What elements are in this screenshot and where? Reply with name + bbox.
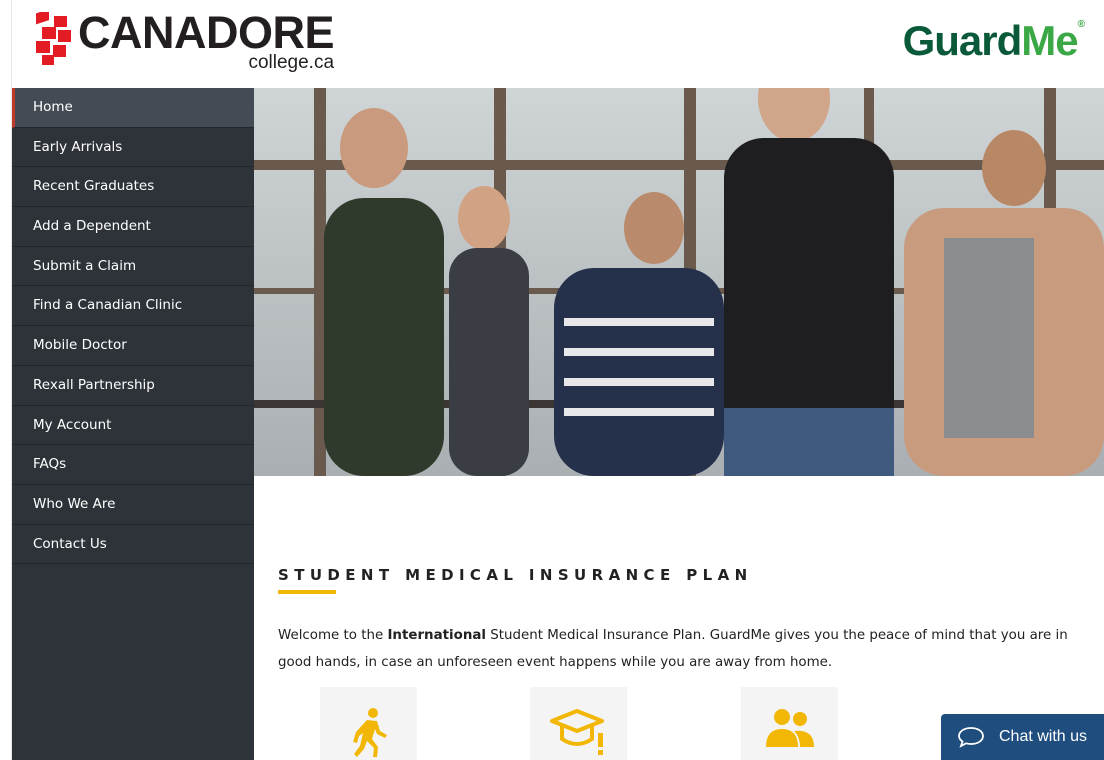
feature-tile-recent-graduates[interactable] <box>530 687 627 760</box>
feature-tile-early-arrivals[interactable] <box>320 687 417 760</box>
sidebar-item-home[interactable]: Home <box>12 88 254 128</box>
intro-paragraph: Welcome to the International Student Med… <box>278 622 1078 676</box>
sidebar-item-my-account[interactable]: My Account <box>12 406 254 446</box>
guardme-logo-g: G <box>902 17 936 64</box>
sidebar-nav: Home Early Arrivals Recent Graduates Add… <box>12 88 254 760</box>
guardme-trademark: ® <box>1077 19 1085 30</box>
sidebar-item-rexall-partnership[interactable]: Rexall Partnership <box>12 366 254 406</box>
sidebar-item-find-clinic[interactable]: Find a Canadian Clinic <box>12 286 254 327</box>
sidebar-item-recent-graduates[interactable]: Recent Graduates <box>12 167 254 208</box>
sidebar-item-who-we-are[interactable]: Who We Are <box>12 485 254 525</box>
sidebar-item-contact-us[interactable]: Contact Us <box>12 525 254 565</box>
sidebar-item-mobile-doctor[interactable]: Mobile Doctor <box>12 326 254 366</box>
chat-with-us-button[interactable]: Chat with us <box>941 714 1104 760</box>
walking-person-icon <box>352 708 387 757</box>
guardme-logo-me: Me <box>1021 17 1078 64</box>
canadore-wordmark: CANADORE <box>78 7 335 58</box>
canadore-logo[interactable]: CANADORE college.ca <box>34 7 335 72</box>
section-title: STUDENT MEDICAL INSURANCE PLAN <box>278 566 753 584</box>
graduation-cap-alert-icon <box>549 709 604 755</box>
left-edge-rule <box>0 0 12 760</box>
feature-tile-add-dependent[interactable] <box>741 687 838 760</box>
chat-label: Chat with us <box>999 728 1088 745</box>
hero-photo <box>254 88 1104 476</box>
sidebar-item-faqs[interactable]: FAQs <box>12 445 254 485</box>
intro-text-start: Welcome to the <box>278 628 388 643</box>
sidebar-item-early-arrivals[interactable]: Early Arrivals <box>12 128 254 168</box>
speech-bubble-icon <box>957 726 985 748</box>
intro-text-bold: International <box>387 628 486 643</box>
canadore-emblem-icon <box>34 9 74 66</box>
sidebar-item-submit-claim[interactable]: Submit a Claim <box>12 247 254 287</box>
site-header: CANADORE college.ca GuardMe® <box>12 0 1104 88</box>
guardme-logo[interactable]: GuardMe® <box>902 17 1085 64</box>
title-underline <box>278 590 336 594</box>
guardme-logo-uard: uard <box>934 17 1022 64</box>
users-group-icon <box>765 709 814 747</box>
sidebar-item-add-dependent[interactable]: Add a Dependent <box>12 207 254 247</box>
